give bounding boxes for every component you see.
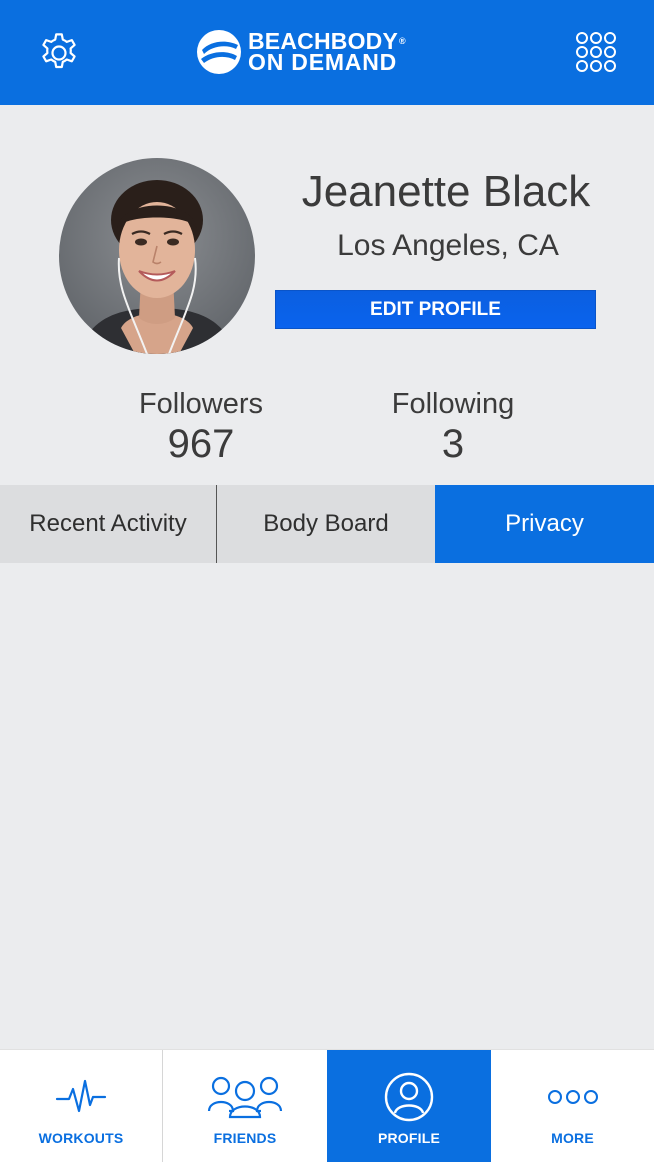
profile-tabs: Recent Activity Body Board Privacy	[0, 485, 654, 563]
nav-profile-label: PROFILE	[377, 1130, 441, 1146]
profile-name: Jeanette Black	[301, 167, 591, 216]
followers-count: 967	[167, 422, 235, 466]
profile-location: Los Angeles, CA	[337, 229, 559, 262]
more-dots-icon	[547, 1090, 598, 1104]
grid-dots-icon	[576, 32, 616, 72]
tab-body-board[interactable]: Body Board	[217, 485, 435, 563]
logo-line2: ON DEMAND	[248, 49, 398, 75]
nav-more-label: MORE	[551, 1130, 594, 1146]
apps-grid-button[interactable]	[572, 28, 620, 76]
friends-icon	[207, 1076, 283, 1119]
bottom-navigation: WORKOUTS FRIENDS PROFILE MORE	[0, 1049, 654, 1162]
tab-privacy[interactable]: Privacy	[435, 485, 654, 563]
nav-friends-label: FRIENDS	[213, 1130, 277, 1146]
beachbody-logo-mark-icon	[197, 30, 241, 74]
nav-workouts[interactable]: WORKOUTS	[0, 1050, 163, 1162]
nav-profile[interactable]: PROFILE	[327, 1050, 491, 1162]
profile-icon	[384, 1072, 434, 1122]
followers-stat[interactable]: Followers 967	[121, 387, 281, 467]
following-label: Following	[391, 388, 515, 420]
followers-label: Followers	[138, 388, 264, 420]
nav-friends[interactable]: FRIENDS	[163, 1050, 327, 1162]
beachbody-logo: BEACHBODY® ON DEMAND	[196, 28, 458, 76]
edit-profile-button[interactable]: EDIT PROFILE	[275, 290, 596, 329]
nav-workouts-label: WORKOUTS	[38, 1130, 124, 1146]
profile-section: Jeanette Black Los Angeles, CA EDIT PROF…	[0, 105, 654, 485]
settings-button[interactable]	[36, 30, 82, 76]
gear-icon	[42, 33, 76, 69]
tab-recent-activity[interactable]: Recent Activity	[0, 485, 217, 563]
heartbeat-icon	[55, 1079, 107, 1113]
nav-more[interactable]: MORE	[491, 1050, 654, 1162]
following-count: 3	[441, 422, 465, 466]
tab-content-area	[0, 563, 654, 1049]
app-header: BEACHBODY® ON DEMAND	[0, 0, 654, 105]
avatar-photo	[59, 158, 255, 354]
following-stat[interactable]: Following 3	[373, 387, 533, 467]
avatar[interactable]	[59, 158, 255, 354]
logo-registered-mark: ®	[399, 36, 406, 46]
